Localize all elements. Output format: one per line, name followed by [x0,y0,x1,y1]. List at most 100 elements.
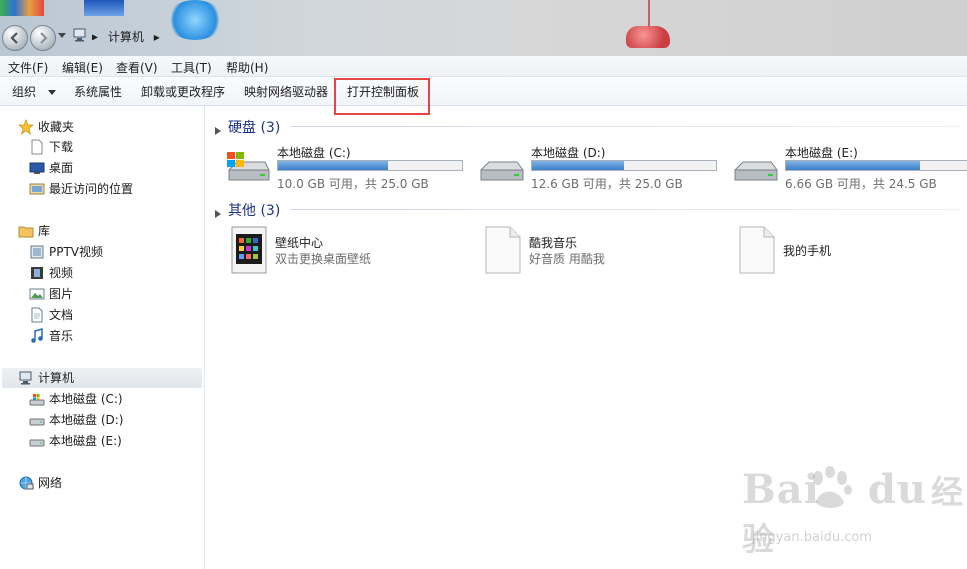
drive-d[interactable]: 本地磁盘 (D:) 12.6 GB 可用，共 25.0 GB [479,144,729,191]
sidebar-item-label: 文档 [49,308,74,322]
highlight-box [334,78,430,115]
sidebar-network-label: 网络 [38,476,63,490]
star-icon [18,119,34,135]
collapse-triangle-icon[interactable] [215,210,221,218]
decor [626,26,670,48]
baidu-watermark: Bai du 经验 [742,466,967,560]
ie-logo [166,0,224,40]
sidebar-item-label: 桌面 [49,161,74,175]
arrow-right-icon [40,32,48,44]
system-drive-icon [227,152,270,181]
arrow-left-icon [10,32,18,44]
video-library-icon [30,245,44,259]
command-bar: 组织 系统属性 卸载或更改程序 映射网络驱动器 打开控制面板 [0,77,967,106]
drive-usage-fill [786,161,921,170]
item-name: 酷我音乐 [529,236,578,250]
drive-space-info: 6.66 GB 可用，共 24.5 GB [785,177,937,191]
baidu-paw-logo [813,466,852,508]
group-header-others[interactable]: 其他 (3) [214,200,280,220]
hard-drive-icon [29,439,45,447]
computer-icon [73,28,86,42]
forward-button[interactable] [30,25,56,51]
hard-drive-icon [29,418,45,426]
item-name: 我的手机 [783,244,832,258]
menu-edit[interactable]: 编辑(E) [62,59,103,76]
sidebar-item-label: 音乐 [49,329,74,343]
drive-space-info: 10.0 GB 可用，共 25.0 GB [277,177,429,191]
taskbar-thumbnail [84,0,124,16]
recent-places-icon [29,183,45,195]
drive-usage-bar [785,160,967,171]
desktop-icon [29,162,45,174]
item-kuwo-music[interactable]: 酷我音乐 好音质 用酷我 [485,226,725,276]
breadcrumb-separator[interactable]: ▸ [154,30,160,44]
drive-usage-fill [532,161,624,170]
map-network-drive-button[interactable]: 映射网络驱动器 [244,83,328,100]
system-properties-button[interactable]: 系统属性 [74,83,122,100]
collapse-triangle-icon[interactable] [215,127,221,135]
sidebar-item-label: 本地磁盘 (D:) [49,413,124,427]
drive-usage-fill [278,161,389,170]
item-name: 壁纸中心 [275,236,324,250]
network-icon [19,476,34,490]
item-wallpaper-center[interactable]: 壁纸中心 双击更换桌面壁纸 [231,226,471,276]
document-icon [31,139,43,155]
group-divider [290,126,960,127]
watermark-url: jingyan.baidu.com [752,530,872,545]
decor [648,0,650,28]
blank-document-icon [739,226,775,274]
blank-document-icon [485,226,521,274]
address-bar[interactable]: ▸ 计算机 ▸ [92,28,160,44]
library-folder-icon [18,226,34,238]
hard-drive-icon [734,161,778,181]
taskbar-thumbnail [0,0,44,16]
menu-help[interactable]: 帮助(H) [226,59,268,76]
navigation-pane: 收藏夹 下载 桌面 最近访问的位置 库 PPTV视频 视频 图片 文档 音乐 计… [0,106,205,569]
menu-bar: 文件(F) 编辑(E) 查看(V) 工具(T) 帮助(H) [0,56,967,77]
breadcrumb-separator[interactable]: ▸ [92,30,98,44]
recent-pages-dropdown-icon[interactable] [58,33,66,39]
picture-icon [29,288,45,300]
sidebar-libraries-label: 库 [38,224,51,238]
wallpaper-app-icon [231,226,267,274]
group-heading-label: 硬盘 (3) [228,120,281,136]
drive-usage-bar [531,160,717,171]
film-icon [31,267,43,279]
system-drive-icon [29,394,45,406]
drive-name: 本地磁盘 (E:) [785,146,858,160]
sidebar-item-label: 视频 [49,266,74,280]
group-divider [290,209,960,210]
sidebar-item-label: 图片 [49,287,74,301]
music-note-icon [31,328,43,343]
sidebar-favorites-label: 收藏夹 [38,120,75,134]
back-button[interactable] [2,25,28,51]
item-description: 好音质 用酷我 [529,252,605,266]
sidebar-item-label: 本地磁盘 (E:) [49,434,122,448]
organize-button[interactable]: 组织 [12,83,56,100]
item-description: 双击更换桌面壁纸 [275,252,372,266]
item-my-phone[interactable]: 我的手机 [739,226,967,276]
drive-c[interactable]: 本地磁盘 (C:) 10.0 GB 可用，共 25.0 GB [225,144,475,191]
hard-drive-icon [480,161,524,181]
chevron-down-icon [47,89,56,95]
organize-label: 组织 [12,85,37,99]
title-bar: ▸ 计算机 ▸ [0,0,967,56]
menu-view[interactable]: 查看(V) [116,59,158,76]
watermark-brand-2: du [867,466,927,513]
group-header-hard-disks[interactable]: 硬盘 (3) [214,117,280,137]
breadcrumb-computer[interactable]: 计算机 [108,30,144,44]
sidebar-item-label: 最近访问的位置 [49,182,134,196]
sidebar-item-label: PPTV视频 [49,245,104,259]
drive-usage-bar [277,160,463,171]
group-heading-label: 其他 (3) [228,203,281,219]
uninstall-program-button[interactable]: 卸载或更改程序 [141,83,225,100]
drive-space-info: 12.6 GB 可用，共 25.0 GB [531,177,683,191]
drive-name: 本地磁盘 (D:) [531,146,606,160]
sidebar-item-label: 本地磁盘 (C:) [49,392,123,406]
drive-e[interactable]: 本地磁盘 (E:) 6.66 GB 可用，共 24.5 GB [733,144,967,191]
menu-file[interactable]: 文件(F) [8,59,48,76]
computer-icon [19,371,32,385]
menu-tools[interactable]: 工具(T) [171,59,212,76]
drive-name: 本地磁盘 (C:) [277,146,351,160]
sidebar-item-label: 下载 [49,140,74,154]
